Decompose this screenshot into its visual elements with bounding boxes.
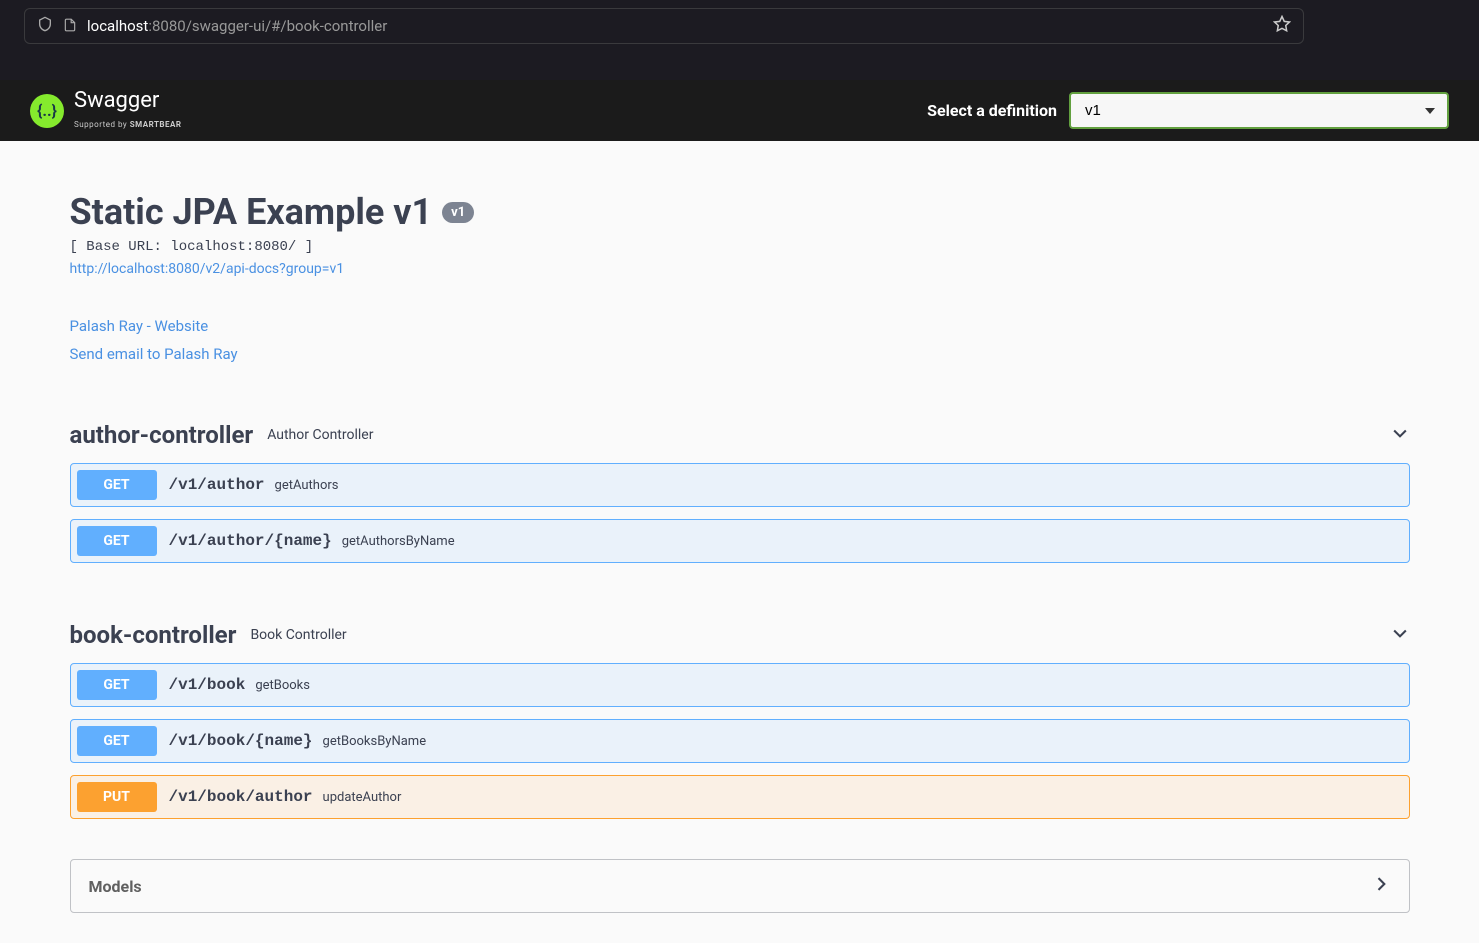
definition-label: Select a definition: [927, 101, 1057, 120]
operation-row[interactable]: PUT /v1/book/author updateAuthor: [70, 775, 1410, 819]
method-badge: GET: [77, 470, 157, 500]
tag-section-author-controller: author-controller Author Controller GET …: [70, 413, 1410, 563]
url-bar[interactable]: localhost:8080/swagger-ui/#/book-control…: [24, 8, 1304, 44]
operation-summary: getBooksByName: [323, 734, 427, 749]
chevron-right-icon: [1371, 874, 1391, 898]
swagger-logo-icon: {..}: [30, 94, 64, 128]
definition-selector: Select a definition v1: [927, 92, 1449, 129]
operation-summary: getBooks: [255, 678, 310, 693]
tag-name: author-controller: [70, 421, 254, 449]
api-version-badge: v1: [442, 202, 474, 223]
definition-select[interactable]: v1: [1069, 92, 1449, 129]
operation-row[interactable]: GET /v1/book getBooks: [70, 663, 1410, 707]
shield-icon: [37, 16, 53, 36]
api-title: Static JPA Example v1 v1: [70, 191, 1410, 233]
chevron-down-icon: [1390, 623, 1410, 647]
tag-description: Book Controller: [250, 627, 346, 643]
browser-spacer: [0, 52, 1479, 80]
operation-path: /v1/book: [169, 676, 246, 694]
contact-info: Palash Ray - Website Send email to Palas…: [70, 317, 1410, 363]
operation-path: /v1/author: [169, 476, 265, 494]
contact-email-link[interactable]: Send email to Palash Ray: [70, 345, 1410, 363]
swagger-logo[interactable]: {..} Swagger Supported by SMARTBEAR: [30, 90, 182, 131]
method-badge: GET: [77, 670, 157, 700]
base-url: [ Base URL: localhost:8080/ ]: [70, 239, 1410, 255]
models-title: Models: [89, 877, 142, 896]
operation-summary: updateAuthor: [323, 790, 402, 805]
operation-path: /v1/book/{name}: [169, 732, 313, 750]
operation-row[interactable]: GET /v1/author getAuthors: [70, 463, 1410, 507]
method-badge: GET: [77, 526, 157, 556]
bookmark-star-icon[interactable]: [1273, 15, 1291, 37]
document-icon: [63, 17, 77, 36]
tag-name: book-controller: [70, 621, 237, 649]
operation-path: /v1/author/{name}: [169, 532, 332, 550]
operation-summary: getAuthorsByName: [342, 534, 455, 549]
operation-summary: getAuthors: [275, 478, 339, 493]
method-badge: GET: [77, 726, 157, 756]
operation-row[interactable]: GET /v1/book/{name} getBooksByName: [70, 719, 1410, 763]
tag-header[interactable]: author-controller Author Controller: [70, 413, 1410, 463]
swagger-topbar: {..} Swagger Supported by SMARTBEAR Sele…: [0, 80, 1479, 141]
tag-header[interactable]: book-controller Book Controller: [70, 613, 1410, 663]
operation-row[interactable]: GET /v1/author/{name} getAuthorsByName: [70, 519, 1410, 563]
chevron-down-icon: [1390, 423, 1410, 447]
browser-address-bar: localhost:8080/swagger-ui/#/book-control…: [0, 0, 1479, 52]
tag-section-book-controller: book-controller Book Controller GET /v1/…: [70, 613, 1410, 819]
swagger-main: Static JPA Example v1 v1 [ Base URL: loc…: [40, 141, 1440, 943]
operation-path: /v1/book/author: [169, 788, 313, 806]
method-badge: PUT: [77, 782, 157, 812]
tag-description: Author Controller: [267, 427, 373, 443]
swagger-logo-text: Swagger Supported by SMARTBEAR: [74, 90, 182, 131]
api-docs-link[interactable]: http://localhost:8080/v2/api-docs?group=…: [70, 261, 1410, 277]
url-text: localhost:8080/swagger-ui/#/book-control…: [87, 17, 1263, 35]
models-section[interactable]: Models: [70, 859, 1410, 913]
contact-website-link[interactable]: Palash Ray - Website: [70, 317, 1410, 335]
